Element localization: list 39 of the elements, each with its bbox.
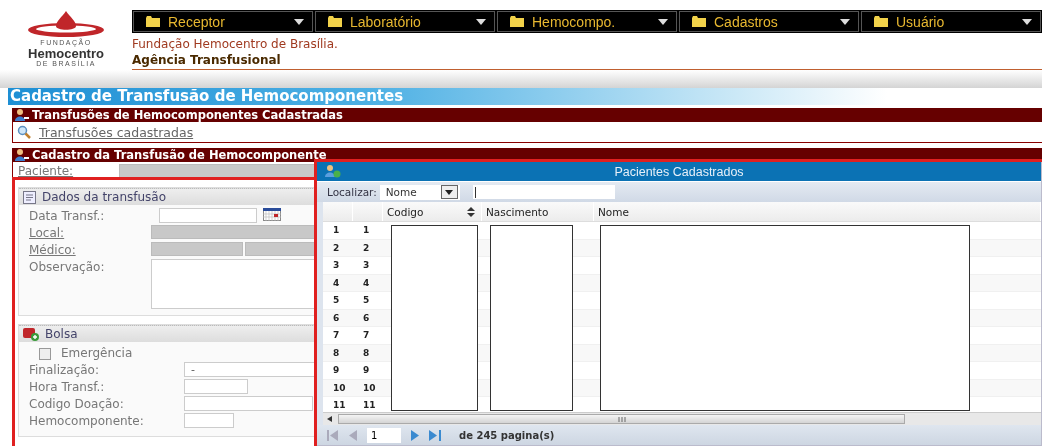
row-number: 7 [332, 329, 341, 343]
row-number: 11 [332, 399, 347, 412]
row-number: 4 [332, 276, 341, 290]
row-number: 1 [332, 224, 341, 238]
row-number: 3 [332, 259, 341, 273]
dialog-title: Pacientes Cadastrados [614, 164, 744, 179]
field-label: Codigo Doação: [29, 396, 125, 412]
row-number: 11 [362, 399, 377, 412]
row-number: 10 [362, 381, 377, 395]
row-number: 6 [332, 311, 341, 325]
row-number: 8 [332, 346, 341, 360]
organization-name: Fundação Hemocentro de Brasília. [132, 36, 339, 52]
field-label: Finalização: [29, 362, 100, 378]
row-number: 9 [332, 364, 341, 378]
fieldset-title: Bolsa [45, 327, 78, 341]
row-number: 5 [332, 294, 341, 308]
section-title: Cadastro da Transfusão de Hemocomponente [32, 148, 327, 162]
field-label: Data Transf.: [29, 208, 106, 224]
field-label: Hora Transf.: [29, 379, 106, 395]
logo-name: Hemocentro [28, 47, 104, 60]
section-title: Transfusões de Hemocomponentes Cadastradas [32, 108, 343, 122]
row-number: 3 [362, 259, 371, 273]
row-number: 2 [362, 241, 371, 255]
field-label: Observação: [29, 259, 106, 275]
row-number: 8 [362, 346, 371, 360]
fieldset-title: Dados da transfusão [42, 190, 167, 204]
row-number: 5 [362, 294, 371, 308]
row-number: 10 [332, 381, 347, 395]
row-number: 4 [362, 276, 371, 290]
row-number: 2 [332, 241, 341, 255]
row-number: 6 [362, 311, 371, 325]
field-label: Hemocomponente: [29, 413, 145, 429]
search-label: Localizar: [327, 186, 377, 198]
page-count: de 245 pagina(s) [459, 429, 555, 441]
row-number: 7 [362, 329, 371, 343]
checkbox-label: Emergência [61, 345, 133, 361]
unit-name: Agência Transfusional [132, 52, 282, 69]
row-number: 1 [362, 224, 371, 238]
row-number: 9 [362, 364, 371, 378]
